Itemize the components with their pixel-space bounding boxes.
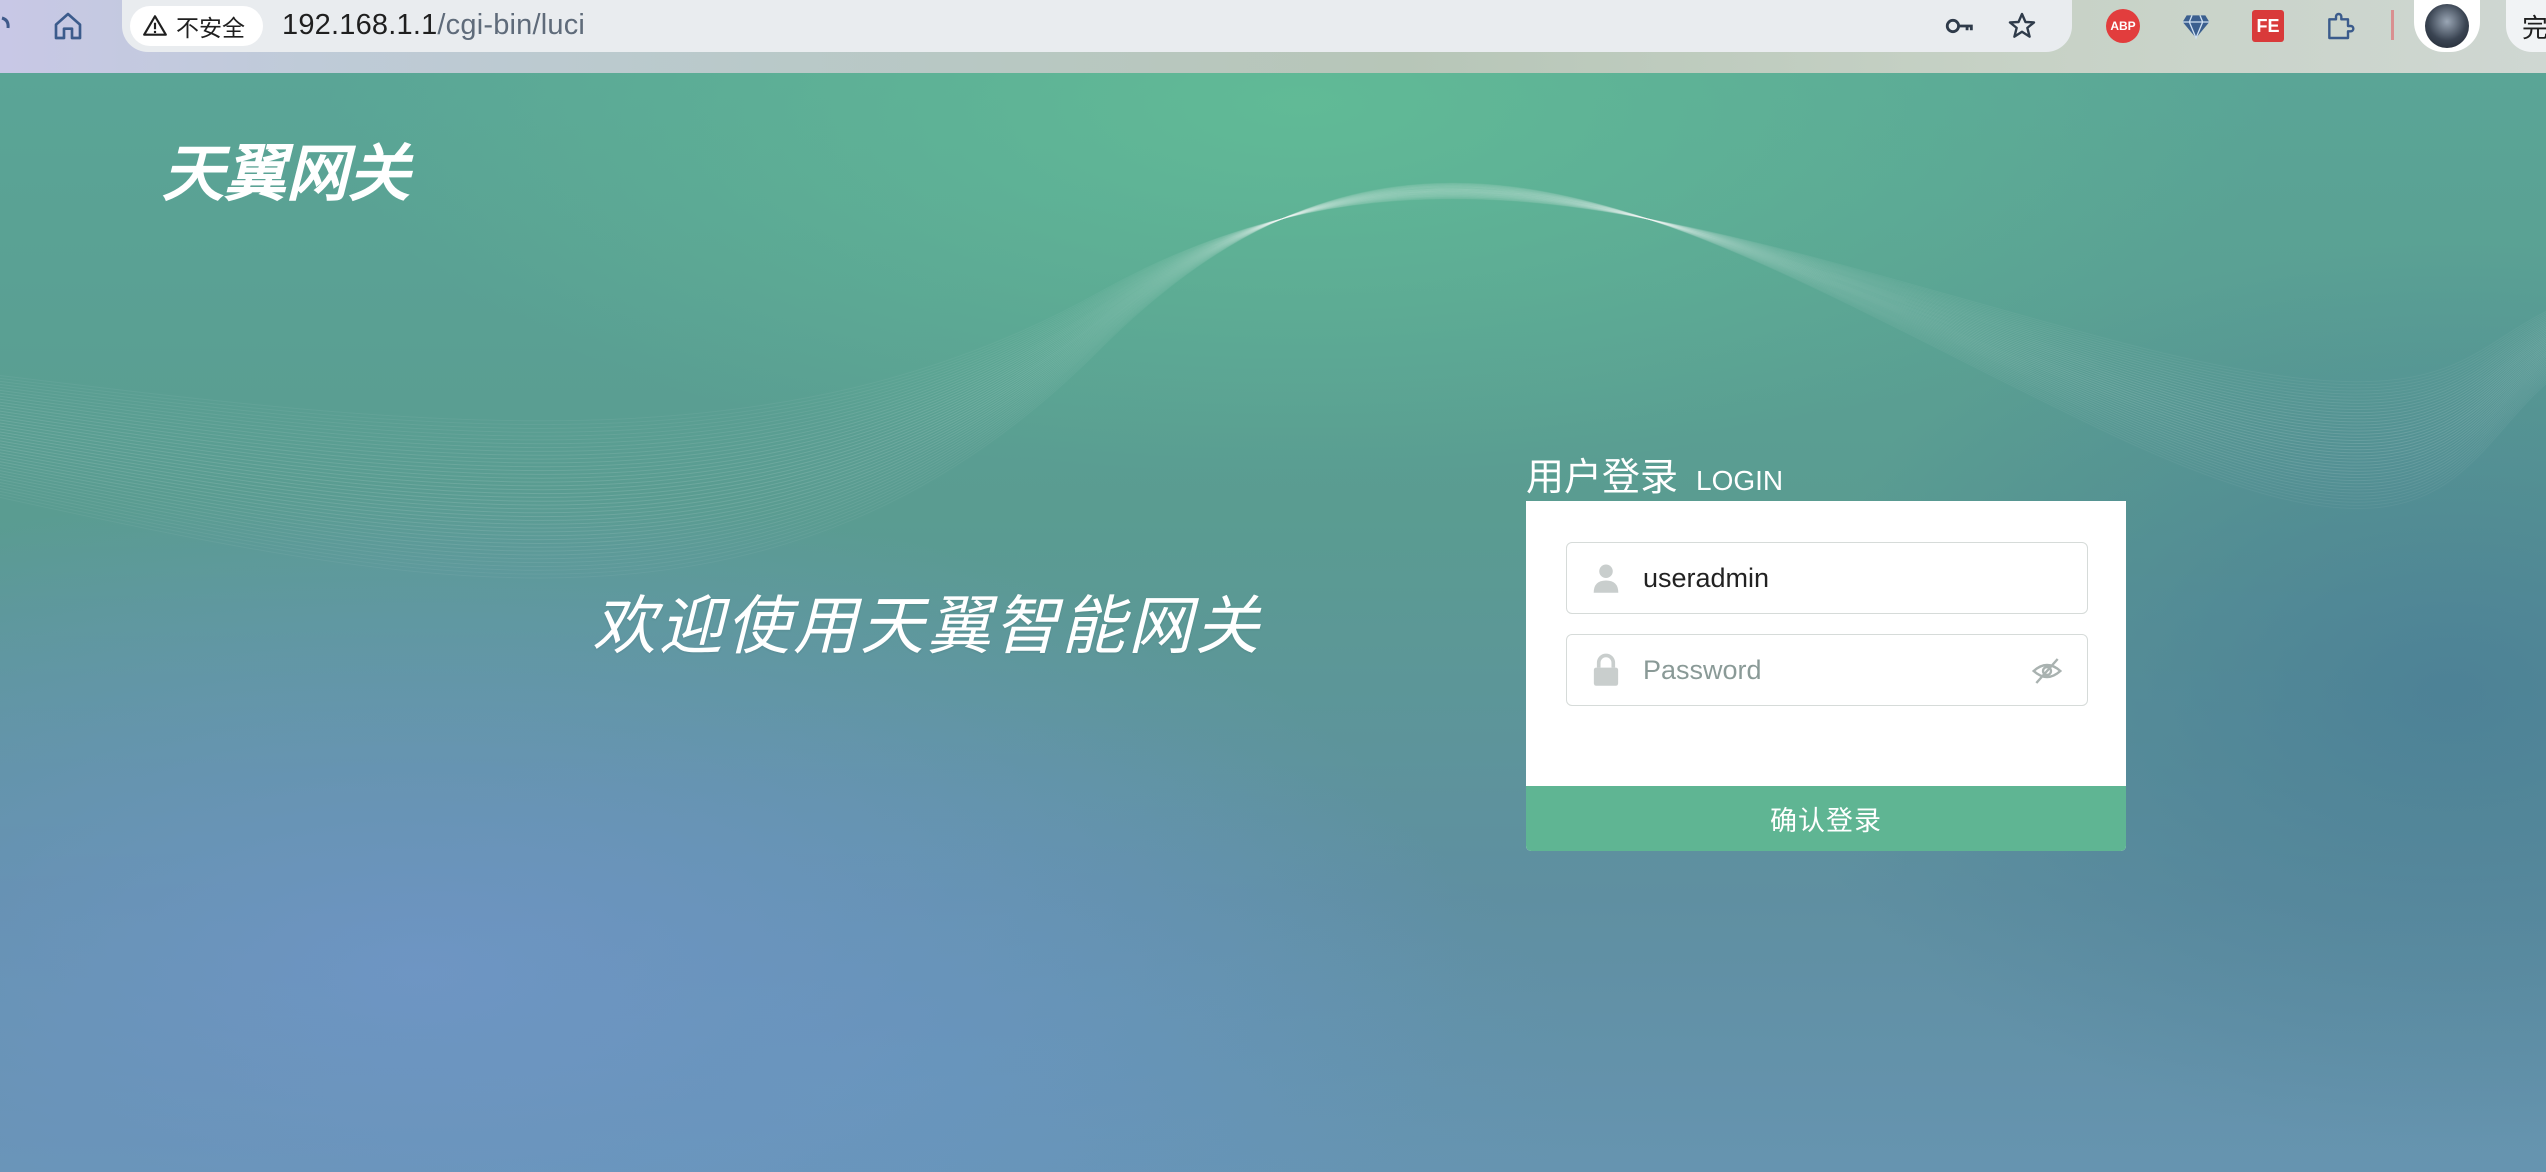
- welcome-text: 欢迎使用天翼智能网关: [592, 590, 1262, 664]
- lock-icon: [1591, 653, 1621, 687]
- logo-text: 天翼网关: [162, 137, 414, 210]
- done-button[interactable]: 完成: [2506, 0, 2546, 52]
- home-button[interactable]: [48, 6, 88, 46]
- wave-line: [0, 186, 2546, 537]
- toolbar-separator: [2391, 10, 2394, 40]
- gem-icon: [2182, 15, 2210, 40]
- user-icon: [1591, 562, 1621, 594]
- profile-button[interactable]: [2414, 0, 2480, 52]
- wave-line: [0, 187, 2546, 533]
- abp-icon: ABP: [2106, 9, 2140, 43]
- wave-line: [0, 182, 2546, 579]
- wave-lines: [0, 182, 2546, 579]
- reload-icon[interactable]: [0, 6, 10, 46]
- wave-line: [0, 192, 2546, 483]
- warning-icon: [143, 15, 167, 36]
- wave-line: [0, 196, 2546, 441]
- username-input[interactable]: [1643, 562, 2023, 594]
- browser-toolbar: 不安全 192.168.1.1/cgi-bin/luci ABP FE 完成: [0, 0, 2546, 73]
- wave-line: [0, 189, 2546, 510]
- url-host: 192.168.1.1: [282, 9, 438, 41]
- wave-line: [0, 196, 2546, 437]
- password-field[interactable]: [1566, 634, 2088, 706]
- wave-line: [0, 184, 2546, 560]
- wave-line: [0, 194, 2546, 456]
- key-icon: [1945, 18, 1973, 34]
- url-path: /cgi-bin/luci: [437, 9, 586, 41]
- bookmark-button[interactable]: [2004, 8, 2040, 44]
- fe-icon: FE: [2252, 10, 2284, 42]
- gem-extension-button[interactable]: [2176, 6, 2216, 46]
- avatar: [2425, 4, 2469, 48]
- extensions-button[interactable]: [2320, 6, 2360, 46]
- fe-extension-button[interactable]: FE: [2248, 6, 2288, 46]
- wave-line: [0, 189, 2546, 514]
- login-form: 确认登录: [1526, 501, 2126, 851]
- abp-extension-button[interactable]: ABP: [2103, 6, 2143, 46]
- login-title: 用户登录 LOGIN: [1526, 446, 1783, 501]
- username-field[interactable]: [1566, 542, 2088, 614]
- wave-line: [0, 195, 2546, 452]
- wave-line: [0, 190, 2546, 502]
- home-icon: [54, 12, 82, 40]
- login-page: 天翼网关 欢迎使用天翼智能网关 用户登录 LOGIN 确认登录: [0, 73, 2546, 1172]
- eye-off-icon: [2031, 658, 2063, 684]
- security-label: 不安全: [176, 15, 245, 41]
- star-icon: [2008, 12, 2036, 38]
- url-text[interactable]: 192.168.1.1/cgi-bin/luci: [282, 9, 585, 42]
- login-submit-button[interactable]: 确认登录: [1526, 786, 2126, 851]
- wave-line: [0, 183, 2546, 567]
- wave-background: [0, 182, 2546, 579]
- login-title-cn: 用户登录: [1526, 457, 1679, 499]
- wave-line: [0, 198, 2546, 422]
- puzzle-icon: [2328, 12, 2355, 40]
- wave-line: [0, 191, 2546, 487]
- password-key-button[interactable]: [1942, 8, 1978, 44]
- wave-line: [0, 197, 2546, 426]
- wave-line: [0, 184, 2546, 556]
- toggle-password-visibility[interactable]: [2031, 656, 2063, 691]
- address-bar[interactable]: 不安全 192.168.1.1/cgi-bin/luci: [122, 0, 2072, 52]
- site-security-chip[interactable]: 不安全: [130, 6, 263, 46]
- wave-line: [0, 193, 2546, 472]
- password-input[interactable]: [1643, 654, 2023, 686]
- wave-line: [0, 190, 2546, 498]
- login-title-en: LOGIN: [1696, 465, 1784, 496]
- tianyi-gateway-logo: 天翼网关: [162, 137, 414, 210]
